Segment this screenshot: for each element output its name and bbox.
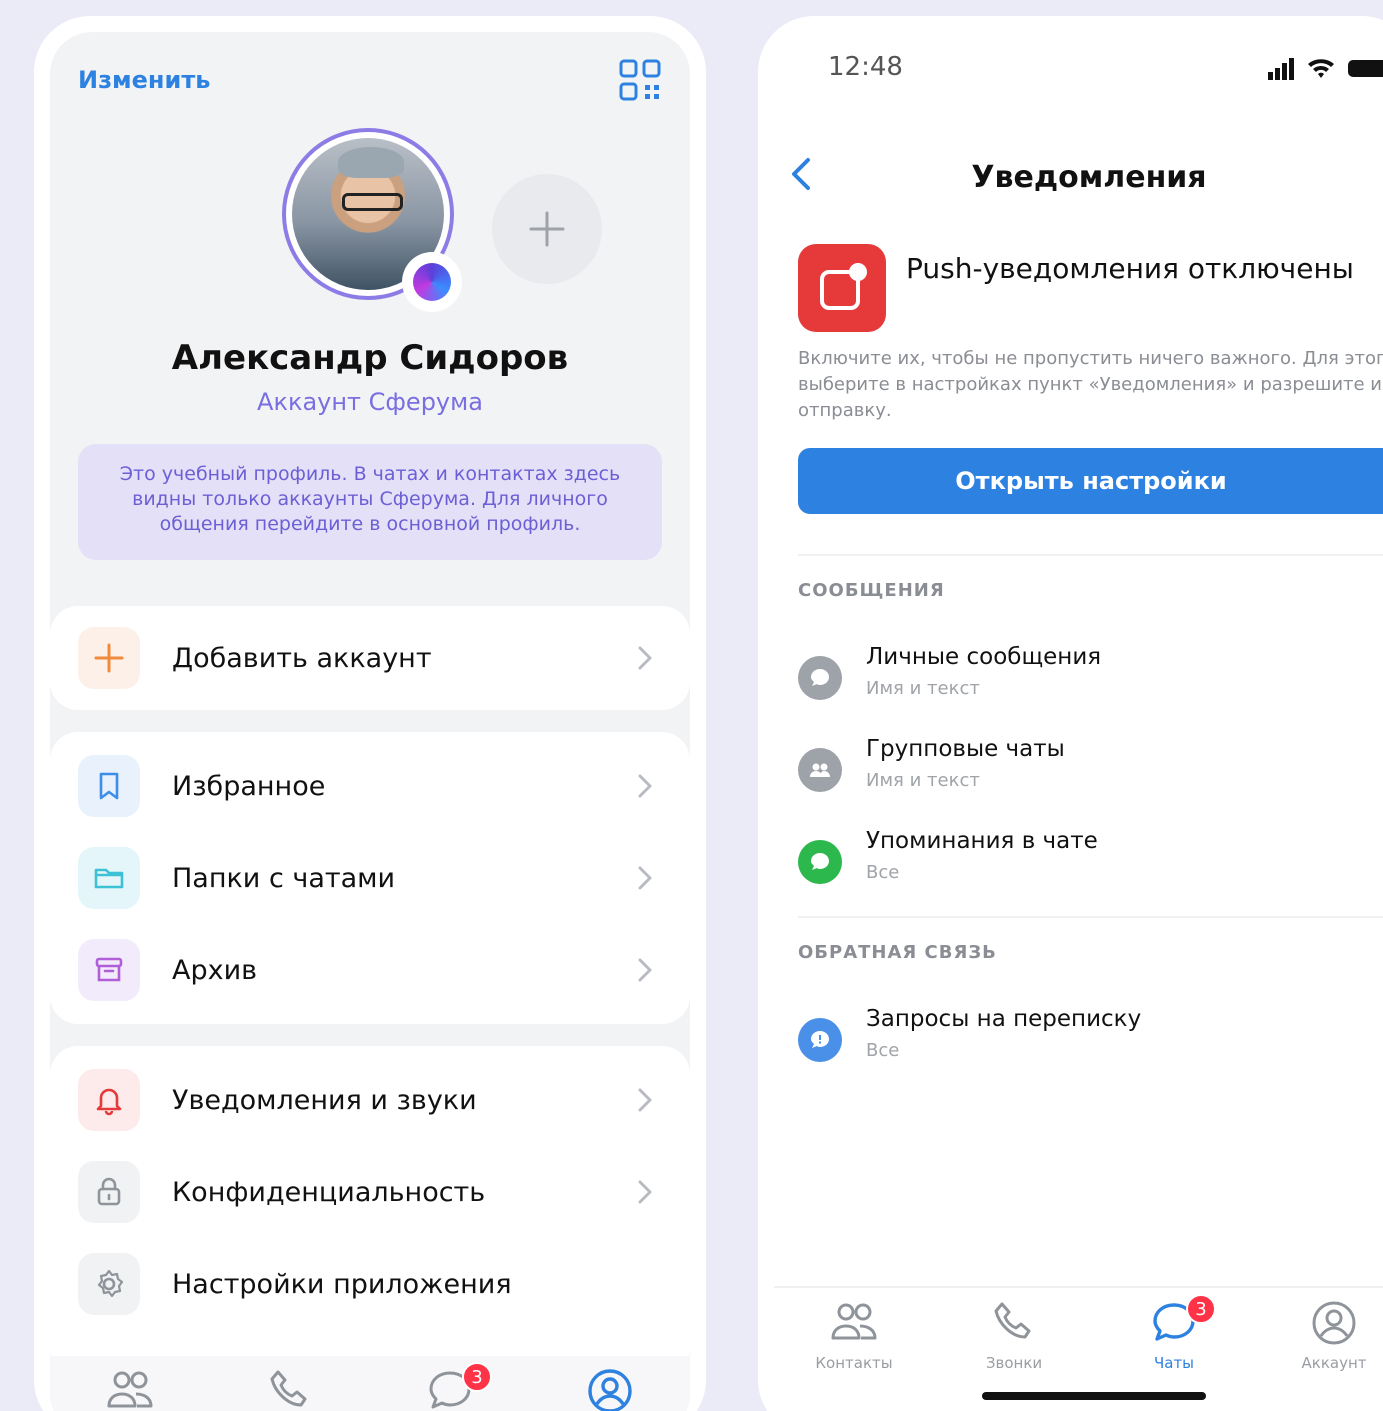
battery-icon	[1348, 60, 1383, 77]
page-title: Уведомления	[971, 160, 1207, 195]
bookmark-icon	[78, 755, 140, 817]
plus-icon	[529, 211, 565, 247]
notif-subtitle: Имя и текст	[866, 678, 980, 699]
divider	[798, 554, 1383, 556]
menu-item-label: Добавить аккаунт	[172, 642, 432, 674]
notif-title: Групповые чаты	[866, 736, 1065, 762]
archive-icon	[78, 939, 140, 1001]
menu-item-app-settings[interactable]: Настройки приложения	[50, 1238, 690, 1330]
edit-button[interactable]: Изменить	[78, 66, 210, 94]
tab-account[interactable]: Аккаунт	[1254, 1300, 1383, 1372]
qr-code-icon[interactable]	[618, 58, 662, 102]
info-note: Это учебный профиль. В чатах и контактах…	[78, 444, 662, 560]
menu-group-account: Добавить аккаунт	[50, 606, 690, 710]
chevron-right-icon	[638, 774, 652, 798]
phone-icon	[270, 1370, 307, 1407]
notif-row-group[interactable]: Групповые чаты Имя и текст	[774, 734, 1383, 814]
notif-subtitle: Имя и текст	[866, 770, 980, 791]
chevron-right-icon	[638, 958, 652, 982]
tab-chats[interactable]: 3 Чаты	[1094, 1294, 1254, 1372]
message-icon	[798, 656, 842, 700]
menu-item-favorites[interactable]: Избранное	[50, 740, 690, 832]
chevron-right-icon	[638, 1180, 652, 1204]
menu-group-settings: Уведомления и звуки Конфиденциальность Н…	[50, 1046, 690, 1376]
push-status-title: Push-уведомления отключены	[906, 252, 1354, 285]
menu-item-chat-folders[interactable]: Папки с чатами	[50, 832, 690, 924]
menu-item-archive[interactable]: Архив	[50, 924, 690, 1016]
tab-calls[interactable]: Звонки	[934, 1300, 1094, 1372]
contacts-icon	[831, 1303, 877, 1340]
phone-icon	[994, 1302, 1031, 1339]
menu-item-privacy[interactable]: Конфиденциальность	[50, 1146, 690, 1238]
tab-contacts[interactable]	[50, 1368, 210, 1411]
divider	[798, 916, 1383, 918]
notifications-screen: 12:48 Уведомления Push-уведомления отклю…	[774, 32, 1383, 1411]
menu-item-label: Избранное	[172, 770, 326, 802]
status-icons	[1268, 58, 1383, 80]
account-icon	[588, 1369, 632, 1411]
request-icon	[798, 1018, 842, 1062]
gear-icon	[78, 1253, 140, 1315]
tab-calls[interactable]	[210, 1368, 370, 1411]
tab-contacts[interactable]: Контакты	[774, 1300, 934, 1372]
menu-item-label: Папки с чатами	[172, 862, 396, 894]
section-header-feedback: ОБРАТНАЯ СВЯЗЬ	[798, 942, 997, 963]
push-description: Включите их, чтобы не пропустить ничего …	[798, 348, 1383, 421]
chevron-right-icon	[638, 646, 652, 670]
open-settings-button[interactable]: Открыть настройки	[798, 448, 1383, 514]
section-header-messages: СООБЩЕНИЯ	[798, 580, 945, 601]
notif-row-personal[interactable]: Личные сообщения Имя и текст	[774, 642, 1383, 722]
tab-bar: 3	[50, 1356, 690, 1411]
wifi-icon	[1308, 59, 1334, 78]
add-profile-button[interactable]	[492, 174, 602, 284]
signal-icon	[1268, 72, 1273, 80]
sferum-badge-icon	[402, 252, 462, 312]
profile-name: Александр Сидоров	[171, 338, 569, 378]
tab-label: Звонки	[985, 1354, 1043, 1372]
tab-chats[interactable]: 3	[370, 1362, 530, 1411]
lock-icon	[78, 1161, 140, 1223]
tab-label: Контакты	[815, 1354, 893, 1372]
group-icon	[798, 748, 842, 792]
menu-group-content: Избранное Папки с чатами Архив	[50, 732, 690, 1024]
notif-row-mentions[interactable]: Упоминания в чате Все	[774, 826, 1383, 906]
status-time: 12:48	[828, 52, 903, 82]
chats-badge: 3	[462, 1362, 492, 1392]
profile-screen: Изменить Александр Сидоров Аккаунт Сферу…	[50, 32, 690, 1411]
notif-title: Упоминания в чате	[866, 828, 1098, 854]
bell-icon	[78, 1069, 140, 1131]
folder-icon	[78, 847, 140, 909]
tab-account[interactable]	[530, 1368, 690, 1411]
tab-label: Аккаунт	[1301, 1354, 1367, 1372]
notif-subtitle: Все	[866, 862, 900, 883]
push-notification-icon	[798, 244, 886, 332]
plus-icon	[78, 627, 140, 689]
menu-item-label: Уведомления и звуки	[172, 1084, 477, 1116]
chevron-right-icon	[638, 866, 652, 890]
notif-subtitle: Все	[866, 1040, 900, 1061]
menu-item-add-account[interactable]: Добавить аккаунт	[50, 612, 690, 704]
menu-item-label: Конфиденциальность	[172, 1176, 486, 1208]
tab-label: Чаты	[1153, 1354, 1195, 1372]
home-indicator	[982, 1392, 1206, 1400]
mention-icon	[798, 840, 842, 884]
menu-item-notifications[interactable]: Уведомления и звуки	[50, 1054, 690, 1146]
notif-title: Запросы на переписку	[866, 1006, 1142, 1032]
chevron-right-icon	[638, 1088, 652, 1112]
phone-profile: Изменить Александр Сидоров Аккаунт Сферу…	[34, 16, 706, 1411]
phone-notifications: 12:48 Уведомления Push-уведомления отклю…	[758, 16, 1383, 1411]
account-icon	[1312, 1301, 1356, 1345]
chats-badge: 3	[1186, 1294, 1216, 1324]
menu-item-label: Настройки приложения	[172, 1268, 512, 1300]
menu-item-label: Архив	[172, 954, 258, 986]
notif-row-requests[interactable]: Запросы на переписку Все	[774, 1004, 1383, 1084]
contacts-icon	[107, 1371, 153, 1408]
profile-account-type: Аккаунт Сферума	[257, 388, 483, 416]
notif-title: Личные сообщения	[866, 644, 1102, 670]
